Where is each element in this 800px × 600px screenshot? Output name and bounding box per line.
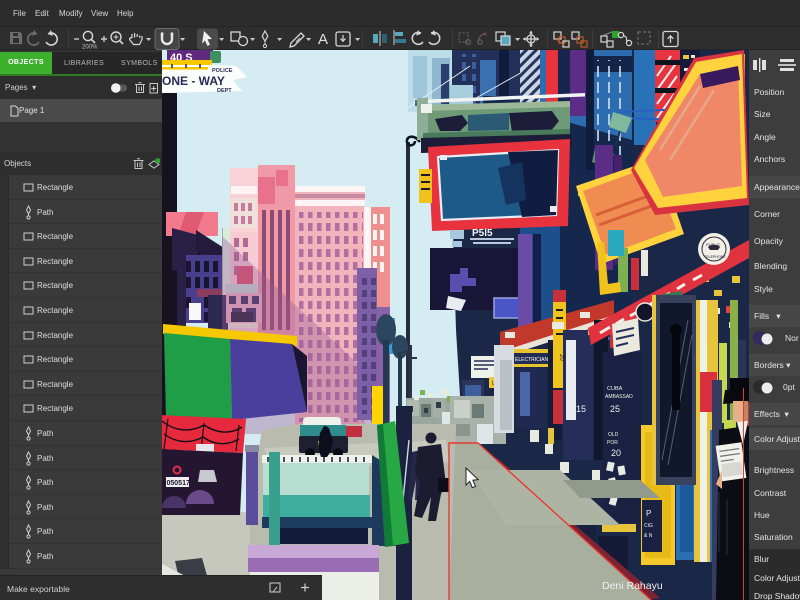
svg-text:ELECTRICIAN: ELECTRICIAN [515, 357, 548, 363]
svg-text:TELEPHONE: TELEPHONE [704, 255, 726, 259]
svg-text:DEPT: DEPT [217, 88, 232, 94]
svg-text:& N: & N [644, 533, 653, 539]
svg-text:25: 25 [610, 404, 620, 414]
svg-text:050517: 050517 [167, 480, 190, 487]
svg-text:15: 15 [576, 404, 586, 414]
svg-text:POR: POR [607, 440, 618, 446]
svg-text:P5l5: P5l5 [472, 228, 493, 239]
svg-text:PUBLIC: PUBLIC [706, 242, 721, 247]
svg-text:P: P [646, 509, 651, 518]
svg-text:ONE - WAY: ONE - WAY [162, 74, 225, 88]
svg-text:OLD: OLD [608, 432, 619, 438]
svg-text:POLICE: POLICE [212, 68, 233, 74]
svg-text:AMBASSAD: AMBASSAD [605, 394, 633, 400]
svg-text:20: 20 [558, 354, 564, 361]
svg-text:A: A [318, 31, 328, 48]
svg-text:20: 20 [611, 448, 621, 458]
svg-text:CIG: CIG [644, 523, 653, 529]
svg-text:Deni Rahayu: Deni Rahayu [602, 580, 663, 592]
svg-text:CUBA: CUBA [607, 386, 623, 392]
